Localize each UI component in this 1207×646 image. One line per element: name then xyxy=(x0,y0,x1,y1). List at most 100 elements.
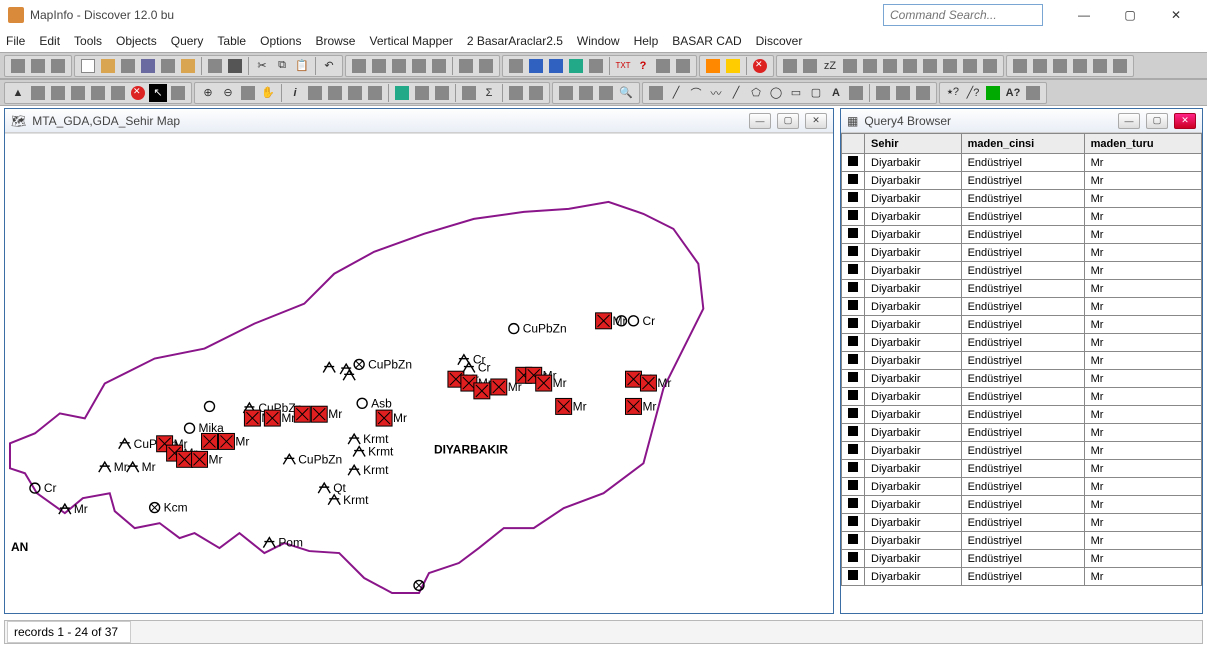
table-row[interactable]: DiyarbakirEndüstriyelMr xyxy=(842,388,1202,406)
row-selector[interactable] xyxy=(842,406,865,424)
table-row[interactable]: DiyarbakirEndüstriyelMr xyxy=(842,442,1202,460)
row-selector[interactable] xyxy=(842,172,865,190)
map-window-titlebar[interactable]: 🗺 MTA_GDA,GDA_Sehir Map ― ▢ ✕ xyxy=(5,109,833,133)
cell-maden-cinsi[interactable]: Endüstriyel xyxy=(961,262,1084,280)
tool-icon[interactable] xyxy=(119,57,137,75)
tool-icon[interactable]: ⬠ xyxy=(747,84,765,102)
tool-icon[interactable]: ◯ xyxy=(767,84,785,102)
cell-sehir[interactable]: Diyarbakir xyxy=(865,154,962,172)
tool-icon[interactable] xyxy=(49,84,67,102)
cell-sehir[interactable]: Diyarbakir xyxy=(865,370,962,388)
cell-sehir[interactable]: Diyarbakir xyxy=(865,190,962,208)
cell-maden-turu[interactable]: Mr xyxy=(1084,334,1201,352)
cell-sehir[interactable]: Diyarbakir xyxy=(865,442,962,460)
cell-maden-turu[interactable]: Mr xyxy=(1084,460,1201,478)
cell-maden-cinsi[interactable]: Endüstriyel xyxy=(961,352,1084,370)
tool-icon[interactable]: zZ xyxy=(821,57,839,75)
cell-maden-turu[interactable]: Mr xyxy=(1084,370,1201,388)
menu-window[interactable]: Window xyxy=(577,34,620,48)
row-selector[interactable] xyxy=(842,298,865,316)
table-row[interactable]: DiyarbakirEndüstriyelMr xyxy=(842,208,1202,226)
cell-maden-turu[interactable]: Mr xyxy=(1084,478,1201,496)
row-selector[interactable] xyxy=(842,478,865,496)
menu-tools[interactable]: Tools xyxy=(74,34,102,48)
tool-icon[interactable]: ▭ xyxy=(787,84,805,102)
cell-sehir[interactable]: Diyarbakir xyxy=(865,532,962,550)
cell-sehir[interactable]: Diyarbakir xyxy=(865,244,962,262)
cell-maden-cinsi[interactable]: Endüstriyel xyxy=(961,334,1084,352)
tool-icon[interactable] xyxy=(901,57,919,75)
cell-maden-turu[interactable]: Mr xyxy=(1084,316,1201,334)
cell-maden-cinsi[interactable]: Endüstriyel xyxy=(961,406,1084,424)
tool-icon[interactable] xyxy=(326,84,344,102)
tool-icon[interactable] xyxy=(457,57,475,75)
cell-sehir[interactable]: Diyarbakir xyxy=(865,262,962,280)
table-row[interactable]: DiyarbakirEndüstriyelMr xyxy=(842,154,1202,172)
info-icon[interactable]: i xyxy=(286,84,304,102)
cell-maden-turu[interactable]: Mr xyxy=(1084,406,1201,424)
window-maximize-button[interactable]: ▢ xyxy=(1107,0,1153,30)
tool-icon[interactable] xyxy=(841,57,859,75)
menu-objects[interactable]: Objects xyxy=(116,34,157,48)
table-row[interactable]: DiyarbakirEndüstriyelMr xyxy=(842,514,1202,532)
search-icon[interactable]: 🔍 xyxy=(617,84,635,102)
tool-icon[interactable] xyxy=(961,57,979,75)
cell-maden-cinsi[interactable]: Endüstriyel xyxy=(961,478,1084,496)
cell-maden-turu[interactable]: Mr xyxy=(1084,442,1201,460)
row-selector[interactable] xyxy=(842,226,865,244)
tool-icon[interactable] xyxy=(704,57,722,75)
cell-sehir[interactable]: Diyarbakir xyxy=(865,406,962,424)
tool-icon[interactable] xyxy=(206,57,224,75)
cell-maden-cinsi[interactable]: Endüstriyel xyxy=(961,442,1084,460)
cursor-icon[interactable]: ↖ xyxy=(149,84,167,102)
menu-basar-cad[interactable]: BASAR CAD xyxy=(672,34,741,48)
table-row[interactable]: DiyarbakirEndüstriyelMr xyxy=(842,496,1202,514)
tool-icon[interactable] xyxy=(507,57,525,75)
menu-query[interactable]: Query xyxy=(171,34,204,48)
table-row[interactable]: DiyarbakirEndüstriyelMr xyxy=(842,352,1202,370)
row-selector[interactable] xyxy=(842,316,865,334)
map-close-button[interactable]: ✕ xyxy=(805,113,827,129)
tool-icon[interactable] xyxy=(577,84,595,102)
tool-icon[interactable] xyxy=(654,57,672,75)
tool-icon[interactable] xyxy=(89,84,107,102)
tool-icon[interactable] xyxy=(433,84,451,102)
cell-maden-turu[interactable]: Mr xyxy=(1084,244,1201,262)
line-style-icon[interactable]: ╱? xyxy=(964,84,982,102)
tool-icon[interactable] xyxy=(9,57,27,75)
map-maximize-button[interactable]: ▢ xyxy=(777,113,799,129)
menu-browse[interactable]: Browse xyxy=(315,34,355,48)
tool-icon[interactable] xyxy=(547,57,565,75)
table-row[interactable]: DiyarbakirEndüstriyelMr xyxy=(842,532,1202,550)
menu-help[interactable]: Help xyxy=(634,34,659,48)
text-tool-icon[interactable]: A xyxy=(827,84,845,102)
tool-icon[interactable] xyxy=(1031,57,1049,75)
tool-icon[interactable] xyxy=(597,84,615,102)
cell-sehir[interactable]: Diyarbakir xyxy=(865,172,962,190)
table-row[interactable]: DiyarbakirEndüstriyelMr xyxy=(842,568,1202,586)
tool-icon[interactable] xyxy=(109,84,127,102)
cell-maden-turu[interactable]: Mr xyxy=(1084,172,1201,190)
tool-icon[interactable] xyxy=(567,57,585,75)
window-close-button[interactable]: ✕ xyxy=(1153,0,1199,30)
folder-icon[interactable] xyxy=(179,57,197,75)
table-row[interactable]: DiyarbakirEndüstriyelMr xyxy=(842,262,1202,280)
tool-icon[interactable] xyxy=(460,84,478,102)
cell-maden-turu[interactable]: Mr xyxy=(1084,352,1201,370)
new-icon[interactable] xyxy=(79,57,97,75)
tool-icon[interactable] xyxy=(69,84,87,102)
cell-maden-cinsi[interactable]: Endüstriyel xyxy=(961,496,1084,514)
select-arrow-icon[interactable]: ▲ xyxy=(9,84,27,102)
row-selector[interactable] xyxy=(842,262,865,280)
menu-basar-araclar[interactable]: 2 BasarAraclar2.5 xyxy=(467,34,563,48)
tool-icon[interactable] xyxy=(674,57,692,75)
tool-icon[interactable] xyxy=(413,84,431,102)
cell-maden-cinsi[interactable]: Endüstriyel xyxy=(961,388,1084,406)
tool-icon[interactable] xyxy=(1111,57,1129,75)
cell-maden-turu[interactable]: Mr xyxy=(1084,262,1201,280)
cell-sehir[interactable]: Diyarbakir xyxy=(865,352,962,370)
map-minimize-button[interactable]: ― xyxy=(749,113,771,129)
tool-icon[interactable]: ▢ xyxy=(807,84,825,102)
row-selector[interactable] xyxy=(842,460,865,478)
cell-maden-cinsi[interactable]: Endüstriyel xyxy=(961,568,1084,586)
